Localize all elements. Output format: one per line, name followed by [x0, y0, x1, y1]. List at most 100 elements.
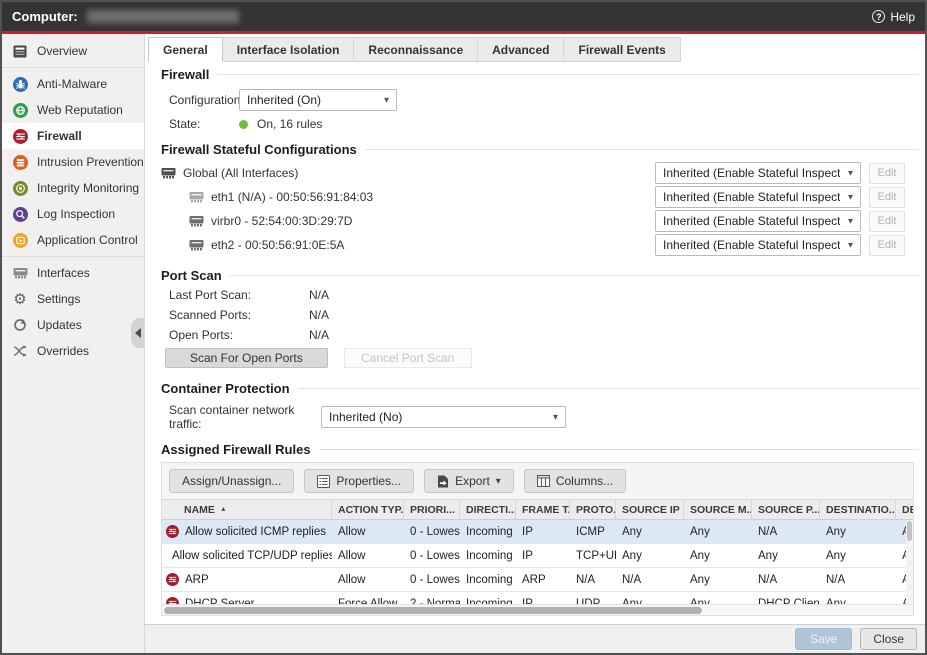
sidebar-item-anti-malware[interactable]: Anti-Malware [2, 71, 144, 97]
sidebar-item-application-control[interactable]: Application Control [2, 227, 144, 253]
rule-name-cell: ARP [162, 573, 332, 586]
last-port-scan-row: Last Port Scan: N/A [169, 285, 919, 305]
tab-general[interactable]: General [148, 37, 223, 62]
table-vertical-scrollbar[interactable] [906, 520, 913, 604]
columns-button[interactable]: Columns... [524, 469, 626, 493]
rule-row-dhcp-server[interactable]: DHCP ServerForce Allow2 - NormalIncoming… [162, 592, 913, 604]
container-traffic-dropdown[interactable]: Inherited (No) ▾ [321, 406, 566, 428]
rule-row-allow-solicited-icmp-replies[interactable]: Allow solicited ICMP replies Allow0 - Low… [162, 520, 913, 544]
interface-label-group: virbr0 - 52:54:00:3D:29:7D [161, 214, 655, 228]
last-port-scan-label: Last Port Scan: [169, 288, 309, 302]
rule-cell: 0 - Lowest [404, 526, 460, 538]
window-title: Computer: [12, 9, 78, 24]
toolbar-button-label: Assign/Unassign... [182, 474, 281, 488]
log-inspection-icon [13, 207, 28, 222]
column-header-de[interactable]: DE [896, 500, 913, 519]
settings-icon: ⚙ [13, 292, 26, 307]
column-header-destinatio[interactable]: DESTINATIO... [820, 500, 896, 519]
sidebar-item-settings[interactable]: ⚙Settings [2, 286, 144, 312]
general-tab-panel: Firewall Configuration: Inherited (On) ▾… [145, 62, 925, 624]
column-header-action-typ[interactable]: ACTION TYP... [332, 500, 404, 519]
rule-name: Allow solicited ICMP replies [185, 526, 326, 538]
column-header-proto[interactable]: PROTO... [570, 500, 616, 519]
sidebar-item-web-reputation[interactable]: Web Reputation [2, 97, 144, 123]
sidebar-item-log-inspection[interactable]: Log Inspection [2, 201, 144, 227]
sidebar-nav: Overview Anti-MalwareWeb ReputationFirewa… [2, 34, 145, 653]
container-traffic-label: Scan container network traffic: [169, 403, 321, 431]
stateful-config-dropdown[interactable]: Inherited (Enable Stateful Inspection)▾ [655, 234, 861, 256]
stateful-config-row: eth2 - 00:50:56:91:0E:5A Inherited (Enabl… [161, 233, 919, 257]
last-port-scan-value: N/A [309, 288, 329, 302]
interface-label: eth2 - 00:50:56:91:0E:5A [211, 238, 344, 252]
column-header-priori[interactable]: PRIORI... [404, 500, 460, 519]
stateful-config-list: Global (All Interfaces) Inherited (Enable… [161, 161, 919, 257]
rule-cell: ARP [516, 574, 570, 586]
sidebar-item-label: Log Inspection [37, 207, 115, 221]
sidebar-item-label: Overrides [37, 344, 89, 358]
scanned-ports-value: N/A [309, 308, 329, 322]
sidebar-item-label: Intrusion Prevention [37, 155, 144, 169]
title-bar: Computer: ? Help [2, 2, 925, 31]
help-button[interactable]: ? Help [872, 10, 915, 24]
column-header-label: SOURCE M... [690, 504, 752, 516]
rule-cell: Any [684, 574, 752, 586]
rule-cell: IP [516, 526, 570, 538]
column-header-source-m[interactable]: SOURCE M... [684, 500, 752, 519]
rule-row-allow-solicited-tcp-udp-replies[interactable]: Allow solicited TCP/UDP repliesAllow0 - … [162, 544, 913, 568]
scrollbar-thumb[interactable] [907, 521, 912, 541]
open-ports-row: Open Ports: N/A [169, 325, 919, 345]
interfaces-icon [13, 267, 28, 279]
rules-table-body: Allow solicited ICMP replies Allow0 - Low… [162, 520, 913, 604]
stateful-config-value: Inherited (Enable Stateful Inspection) [663, 214, 840, 228]
sidebar-item-integrity-monitoring[interactable]: Integrity Monitoring [2, 175, 144, 201]
portscan-section-title: Port Scan [161, 268, 222, 283]
sidebar-item-intrusion-prevention[interactable]: Intrusion Prevention [2, 149, 144, 175]
sidebar-item-overrides[interactable]: Overrides [2, 338, 144, 364]
save-button[interactable]: Save [795, 628, 852, 650]
open-ports-value: N/A [309, 328, 329, 342]
rules-table-header: NAME▲ACTION TYP... PRIORI... DIRECTI... FRA… [162, 499, 913, 520]
column-header-source-p[interactable]: SOURCE P... [752, 500, 820, 519]
stateful-config-dropdown[interactable]: Inherited (Enable Stateful Inspection)▾ [655, 186, 861, 208]
column-header-label: PRIORI... [410, 504, 455, 516]
export-button[interactable]: Export▾ [424, 469, 514, 493]
sidebar-item-overview[interactable]: Overview [2, 38, 144, 64]
sidebar-item-updates[interactable]: Updates [2, 312, 144, 338]
column-header-name[interactable]: NAME▲ [162, 500, 332, 519]
column-header-source-ip[interactable]: SOURCE IP [616, 500, 684, 519]
stateful-config-dropdown[interactable]: Inherited (Enable Stateful Inspection)▾ [655, 162, 861, 184]
sidebar-item-firewall[interactable]: Firewall [2, 123, 144, 149]
rule-cell: Any [752, 550, 820, 562]
rule-cell: N/A [752, 526, 820, 538]
close-button[interactable]: Close [860, 628, 917, 650]
tab-reconnaissance[interactable]: Reconnaissance [354, 37, 478, 62]
table-horizontal-scrollbar[interactable] [162, 604, 913, 615]
sidebar-item-label: Interfaces [37, 266, 90, 280]
scrollbar-thumb[interactable] [164, 607, 702, 614]
configuration-dropdown[interactable]: Inherited (On) ▾ [239, 89, 397, 111]
state-row: State: On, 16 rules [169, 115, 919, 133]
scan-for-open-ports-button[interactable]: Scan For Open Ports [165, 348, 328, 368]
properties-button[interactable]: Properties... [304, 469, 414, 493]
rule-cell: Allow [332, 526, 404, 538]
rule-cell: Incoming [460, 550, 516, 562]
column-header-frame-t[interactable]: FRAME T... [516, 500, 570, 519]
rule-row-arp[interactable]: ARPAllow0 - LowestIncomingARPN/AN/AAnyN/… [162, 568, 913, 592]
stateful-config-dropdown[interactable]: Inherited (Enable Stateful Inspection)▾ [655, 210, 861, 232]
column-header-label: FRAME T... [522, 504, 570, 516]
column-header-directi[interactable]: DIRECTI... [460, 500, 516, 519]
sidebar-item-interfaces[interactable]: Interfaces [2, 260, 144, 286]
interface-label: Global (All Interfaces) [183, 166, 298, 180]
container-traffic-value: Inherited (No) [329, 410, 402, 424]
assign-unassign-button[interactable]: Assign/Unassign... [169, 469, 294, 493]
stateful-section-title: Firewall Stateful Configurations [161, 142, 357, 157]
column-header-label: DIRECTI... [466, 504, 516, 516]
tab-firewall-events[interactable]: Firewall Events [564, 37, 680, 62]
tab-advanced[interactable]: Advanced [478, 37, 564, 62]
tab-interface-isolation[interactable]: Interface Isolation [223, 37, 355, 62]
rule-cell: N/A [616, 574, 684, 586]
sidebar-collapse-button[interactable] [131, 318, 144, 348]
portscan-section-header: Port Scan [161, 268, 919, 283]
open-ports-label: Open Ports: [169, 328, 309, 342]
edit-button: Edit [869, 163, 905, 184]
